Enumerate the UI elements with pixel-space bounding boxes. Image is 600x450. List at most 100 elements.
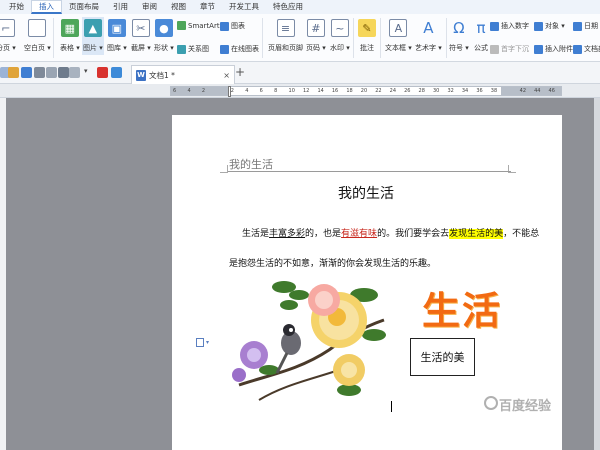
document-icon: W [136, 69, 146, 81]
header-divider [228, 171, 511, 172]
ruler-tick: 12 [303, 88, 310, 94]
comment-button[interactable]: ✎ 批注 [358, 19, 376, 53]
close-icon[interactable]: × [223, 71, 230, 80]
redo-icon[interactable] [69, 67, 80, 78]
ruler-tick: 36 [476, 88, 483, 94]
ruler-tick: 6 [259, 88, 263, 94]
formula-button[interactable]: π 公式 [472, 19, 490, 53]
insert-number-button[interactable]: 插入数字 [490, 21, 529, 31]
watermark-text: 百度经验 [499, 399, 552, 414]
menu-review[interactable]: 审阅 [135, 0, 164, 14]
wordart-icon: A [423, 19, 434, 37]
shapes-icon: ● [154, 19, 173, 37]
textbox-icon: A [389, 19, 408, 37]
symbol-button[interactable]: Ω 符号 ▾ [449, 19, 469, 53]
vertical-scrollbar[interactable] [594, 98, 600, 450]
indent-marker[interactable] [228, 86, 231, 97]
document-title[interactable]: 我的生活 [338, 183, 394, 203]
undo-icon[interactable] [58, 67, 69, 78]
relation-chart-icon [177, 44, 186, 54]
menu-view[interactable]: 视图 [164, 0, 193, 14]
ruler-tick: 18 [346, 88, 353, 94]
paragraph-1[interactable]: 生活是丰富多彩的，也是有滋有味的。我们要学会去发现生活的美，不能总 [242, 226, 539, 239]
picture-button[interactable]: ▲ 图片 ▾ [82, 17, 104, 55]
drop-cap-icon [490, 44, 499, 54]
header-footer-icon: ≡ [276, 19, 295, 37]
ribbon-divider [53, 18, 54, 58]
screenshot-button[interactable]: ✂ 截屏 ▾ [131, 19, 151, 53]
open-icon[interactable] [8, 67, 19, 78]
drop-cap-button[interactable]: 首字下沉 [490, 44, 529, 54]
new-tab-button[interactable]: + [235, 65, 245, 79]
menu-page-layout[interactable]: 页面布局 [62, 0, 106, 14]
ruler-tick: 22 [375, 88, 382, 94]
picture-icon: ▲ [83, 19, 102, 37]
doc-parts-button[interactable]: 文档部 [573, 44, 600, 54]
table-icon: ▦ [60, 19, 79, 37]
print-icon[interactable] [34, 67, 45, 78]
textbox-button[interactable]: A 文本框 ▾ [385, 19, 412, 53]
page-header[interactable]: 我的生活 [229, 156, 273, 172]
menu-references[interactable]: 引用 [106, 0, 135, 14]
page-number-button[interactable]: # 页码 ▾ [306, 19, 326, 53]
calendar-icon [573, 21, 582, 31]
cube-icon[interactable] [111, 67, 122, 78]
menu-developer[interactable]: 开发工具 [222, 0, 266, 14]
comment-icon: ✎ [358, 19, 376, 37]
ribbon-divider [446, 18, 447, 58]
attachment-icon [534, 44, 543, 54]
tab-title: 文档1 * [149, 70, 175, 80]
preview-icon[interactable] [46, 67, 57, 78]
dropdown-icon[interactable]: ▾ [84, 67, 95, 78]
wordart-text[interactable]: 生活 [422, 280, 502, 335]
relation-chart-button[interactable]: 关系图 [177, 44, 209, 54]
ruler-tick: 30 [433, 88, 440, 94]
number-icon [490, 21, 499, 31]
blank-page-button[interactable]: 空白页 ▾ [24, 19, 51, 53]
ruler-tick: 28 [418, 88, 425, 94]
margin-corner [220, 165, 228, 173]
menu-features[interactable]: 特色应用 [266, 0, 310, 14]
menu-home[interactable]: 开始 [2, 0, 31, 14]
wordart-button[interactable]: A 艺术字 ▾ [415, 19, 442, 53]
page-break-icon: ⌐ [0, 19, 15, 37]
ruler-tick: 4 [187, 88, 191, 94]
online-chart-icon [220, 44, 229, 54]
watermark-button[interactable]: ~ 水印 ▾ [330, 19, 350, 53]
page-number-icon: # [306, 19, 325, 37]
left-panel [0, 98, 6, 450]
pi-icon: π [476, 19, 486, 37]
ruler-bar: 6 4 2 2 4 6 8 10 12 14 16 18 20 22 24 26 28 30 32 34 36 38 42 4… [0, 84, 600, 98]
chevron-down-icon[interactable]: ▾ [206, 339, 209, 346]
paragraph-2[interactable]: 是抱怨生活的不如意，渐渐的你会发现生活的乐趣。 [229, 256, 436, 269]
page-break-button[interactable]: ⌐ 分页 ▾ [0, 19, 16, 53]
header-footer-button[interactable]: ≡ 页眉和页脚 [268, 19, 303, 53]
date-button[interactable]: 日期 [573, 21, 598, 31]
ribbon-divider [353, 18, 354, 58]
menu-section[interactable]: 章节 [193, 0, 222, 14]
ruler-tick: 44 [534, 88, 541, 94]
anchor-icon[interactable] [196, 338, 204, 347]
table-button[interactable]: ▦ 表格 ▾ [60, 19, 80, 53]
flower-image[interactable] [229, 275, 389, 410]
tab-document[interactable]: W 文档1 * × [131, 65, 235, 84]
ribbon-insert: ⌐ 分页 ▾ 空白页 ▾ ▦ 表格 ▾ ▲ 图片 ▾ ▣ 图库 ▾ ✂ 截屏 ▾… [0, 14, 600, 62]
object-icon [534, 21, 543, 31]
text-box[interactable]: 生活的美 [410, 338, 475, 376]
shapes-button[interactable]: ● 形状 ▾ [154, 19, 174, 53]
menu-bar: 开始 插入 页面布局 引用 审阅 视图 章节 开发工具 特色应用 [0, 0, 600, 14]
chart-button[interactable]: 图表 [220, 21, 245, 31]
attachment-button[interactable]: 插入附件 [534, 44, 573, 54]
ruler-tick: 2 [201, 88, 206, 94]
object-button[interactable]: 对象 ▾ [534, 21, 565, 31]
menu-insert[interactable]: 插入 [31, 0, 62, 14]
text-cursor [391, 401, 392, 412]
online-chart-button[interactable]: 在线图表 [220, 44, 259, 54]
chart-icon [220, 21, 229, 31]
save-icon[interactable] [21, 67, 32, 78]
screenshot-icon: ✂ [131, 19, 150, 37]
omega-icon: Ω [453, 19, 465, 37]
gallery-button[interactable]: ▣ 图库 ▾ [107, 19, 127, 53]
smartart-button[interactable]: SmartArt [177, 21, 220, 30]
blank-page-icon [28, 19, 47, 37]
